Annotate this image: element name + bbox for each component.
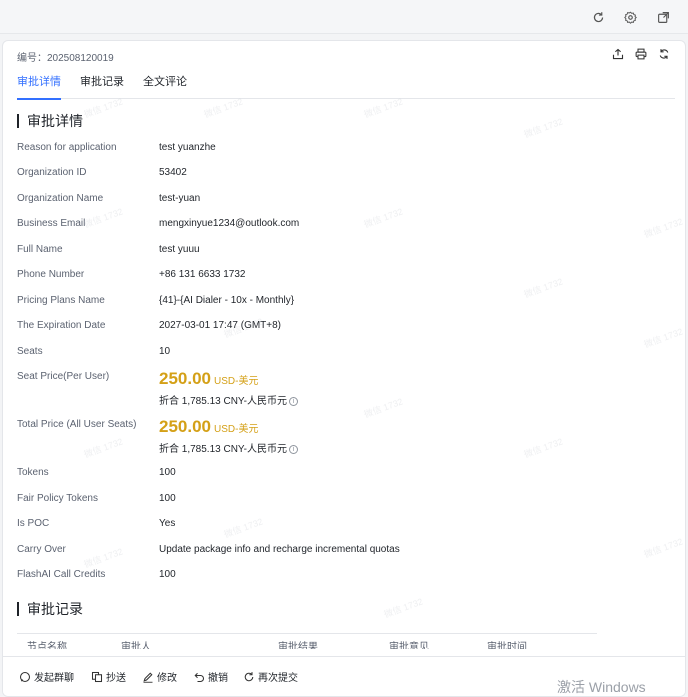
group-chat-button[interactable]: 发起群聊 — [19, 669, 74, 684]
cc-button[interactable]: 抄送 — [91, 669, 126, 684]
field-label: FlashAI Call Credits — [17, 569, 106, 580]
field-label: Fair Policy Tokens — [17, 493, 98, 504]
price-value: 250.00 USD-美元 — [159, 369, 258, 389]
field-value: 100 — [159, 493, 176, 504]
field-label: The Expiration Date — [17, 320, 106, 331]
field-value: 100 — [159, 467, 176, 478]
edit-icon — [142, 671, 154, 683]
price-converted: 折合 1,785.13 CNY-人民币元 i — [159, 392, 299, 407]
share-icon[interactable] — [611, 47, 625, 61]
action-label: 发起群聊 — [34, 673, 74, 684]
field-value: 100 — [159, 569, 176, 580]
group-chat-icon — [19, 671, 31, 683]
field-label: Full Name — [17, 244, 63, 255]
column-header: 审批人 — [121, 642, 151, 649]
resubmit-icon — [243, 671, 255, 683]
field-label: Seat Price(Per User) — [17, 371, 110, 382]
field-label: Carry Over — [17, 544, 66, 555]
field-label: Organization Name — [17, 193, 104, 204]
sync-icon[interactable] — [657, 47, 671, 61]
windows-activation-notice: 激活 Windows — [557, 679, 646, 695]
field-value: 2027-03-01 17:47 (GMT+8) — [159, 320, 282, 331]
field-value: test-yuan — [159, 193, 201, 204]
watermark: 微信 1732 — [362, 206, 405, 230]
watermark: 微信 1732 — [82, 546, 125, 570]
field-label: Total Price (All User Seats) — [17, 419, 137, 430]
external-window-icon[interactable] — [655, 9, 671, 25]
watermark: 微信 1732 — [642, 536, 685, 560]
column-header: 节点名称 — [27, 642, 67, 649]
field-label: Reason for application — [17, 142, 117, 153]
tab-approval-details[interactable]: 审批详情 — [17, 75, 61, 100]
action-label: 抄送 — [106, 673, 126, 684]
field-value: mengxinyue1234@outlook.com — [159, 218, 300, 229]
watermark: 微信 1732 — [82, 206, 125, 230]
price-amount: 250.00 — [159, 369, 211, 388]
tab-full-comments[interactable]: 全文评论 — [143, 75, 187, 99]
field-label: Organization ID — [17, 167, 87, 178]
watermark: 微信 1732 — [222, 516, 265, 540]
print-icon[interactable] — [634, 47, 648, 61]
header-actions — [611, 47, 671, 61]
field-value: Update package info and recharge increme… — [159, 544, 400, 555]
watermark: 微信 1732 — [382, 596, 425, 620]
price-converted-text: 折合 1,785.13 CNY-人民币元 — [159, 396, 288, 407]
window-toolbar — [0, 0, 688, 34]
seat-price-row: Seat Price(Per User) 250.00 USD-美元 折合 1,7… — [17, 369, 657, 411]
price-currency: USD-美元 — [214, 424, 259, 435]
action-label: 再次提交 — [258, 673, 298, 684]
details-section-title: 审批详情 — [17, 114, 83, 128]
action-label: 撤销 — [208, 673, 228, 684]
column-header: 审批结果 — [278, 642, 318, 649]
price-currency: USD-美元 — [214, 376, 259, 387]
info-icon[interactable]: i — [289, 444, 299, 454]
field-label: Tokens — [17, 467, 49, 478]
field-value: 53402 — [159, 167, 187, 178]
field-value: test yuuu — [159, 244, 200, 255]
price-amount: 250.00 — [159, 417, 211, 436]
field-value: Yes — [159, 518, 176, 529]
watermark: 微信 1732 — [642, 216, 685, 240]
records-table-header: 节点名称 审批人 审批结果 审批意见 审批时间 — [17, 633, 597, 649]
ticket-value: 202508120019 — [47, 53, 114, 64]
price-converted: 折合 1,785.13 CNY-人民币元 i — [159, 440, 299, 455]
resubmit-button[interactable]: 再次提交 — [243, 669, 298, 684]
watermark: 微信 1732 — [522, 116, 565, 140]
watermark: 微信 1732 — [642, 326, 685, 350]
records-section-title: 审批记录 — [17, 602, 83, 616]
column-header: 审批意见 — [389, 642, 429, 649]
ticket-label: 编号： — [17, 53, 47, 64]
edit-button[interactable]: 修改 — [142, 669, 177, 684]
tab-approval-records[interactable]: 审批记录 — [80, 75, 124, 99]
price-converted-text: 折合 1,785.13 CNY-人民币元 — [159, 444, 288, 455]
field-label: Seats — [17, 346, 43, 357]
tab-bar: 审批详情 审批记录 全文评论 — [17, 75, 675, 100]
cc-icon — [91, 671, 103, 683]
info-icon[interactable]: i — [289, 396, 299, 406]
settings-icon[interactable] — [622, 9, 638, 25]
field-value: 10 — [159, 346, 171, 357]
field-value: test yuanzhe — [159, 142, 216, 153]
field-label: Pricing Plans Name — [17, 295, 105, 306]
field-value: {41}-{AI Dialer - 10x - Monthly} — [159, 295, 295, 306]
ticket-number: 编号：202508120019 — [17, 49, 114, 64]
approval-panel: 编号：202508120019 审批详情 审批记录 全文评论 审批详情 Reas… — [2, 40, 686, 697]
field-value: +86 131 6633 1732 — [159, 269, 246, 280]
price-value: 250.00 USD-美元 — [159, 417, 258, 437]
field-label: Phone Number — [17, 269, 85, 280]
undo-icon — [193, 671, 205, 683]
field-label: Is POC — [17, 518, 50, 529]
total-price-row: Total Price (All User Seats) 250.00 USD-美… — [17, 417, 657, 459]
field-label: Business Email — [17, 218, 86, 229]
column-header: 审批时间 — [487, 642, 527, 649]
action-label: 修改 — [157, 673, 177, 684]
revoke-button[interactable]: 撤销 — [193, 669, 228, 684]
watermark: 微信 1732 — [522, 276, 565, 300]
refresh-icon[interactable] — [590, 9, 606, 25]
